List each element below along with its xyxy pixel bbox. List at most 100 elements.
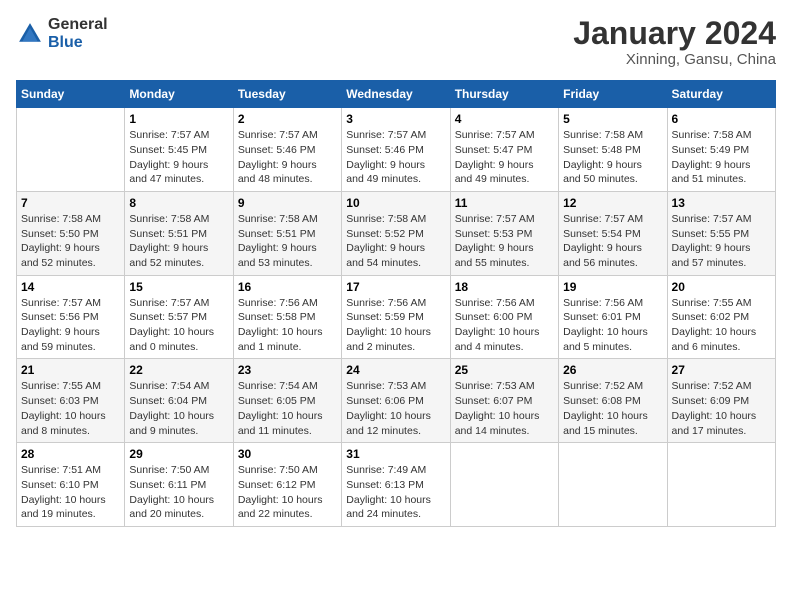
info-line: Sunrise: 7:57 AM (672, 213, 752, 225)
day-number: 28 (21, 447, 120, 461)
info-line: Sunrise: 7:51 AM (21, 464, 101, 476)
info-line: Sunrise: 7:58 AM (672, 129, 752, 141)
info-line: and 5 minutes. (563, 341, 632, 353)
info-line: Daylight: 10 hours (346, 410, 431, 422)
calendar-cell: 14Sunrise: 7:57 AMSunset: 5:56 PMDayligh… (17, 275, 125, 359)
info-line: Daylight: 10 hours (129, 410, 214, 422)
info-line: Sunset: 5:50 PM (21, 228, 99, 240)
info-line: Sunrise: 7:58 AM (129, 213, 209, 225)
day-number: 18 (455, 280, 554, 294)
calendar-cell (559, 443, 667, 527)
info-line: Sunset: 6:10 PM (21, 479, 99, 491)
info-line: and 57 minutes. (672, 257, 747, 269)
info-line: Sunrise: 7:57 AM (563, 213, 643, 225)
day-info: Sunrise: 7:50 AMSunset: 6:12 PMDaylight:… (238, 463, 337, 522)
info-line: Daylight: 10 hours (21, 494, 106, 506)
info-line: Sunset: 6:01 PM (563, 311, 641, 323)
day-info: Sunrise: 7:58 AMSunset: 5:51 PMDaylight:… (129, 212, 228, 271)
calendar-cell: 5Sunrise: 7:58 AMSunset: 5:48 PMDaylight… (559, 108, 667, 192)
day-number: 13 (672, 196, 771, 210)
info-line: and 1 minute. (238, 341, 302, 353)
calendar-cell: 18 Sunrise: 7:56 AMSunset: 6:00 PMDayligh… (450, 275, 558, 359)
info-line: Sunrise: 7:54 AM (238, 380, 318, 392)
info-line: Sunrise: 7:57 AM (21, 297, 101, 309)
info-line: and 59 minutes. (21, 341, 96, 353)
day-info: Sunrise: 7:57 AMSunset: 5:47 PMDaylight:… (455, 128, 554, 187)
day-number: 11 (455, 196, 554, 210)
info-line: Sunrise: 7:52 AM (672, 380, 752, 392)
week-row-2: 7Sunrise: 7:58 AMSunset: 5:50 PMDaylight… (17, 191, 776, 275)
info-line: Daylight: 9 hours (21, 242, 100, 254)
info-line: Daylight: 9 hours (238, 159, 317, 171)
day-info: Sunrise: 7:55 AMSunset: 6:02 PMDaylight:… (672, 296, 771, 355)
info-line: Sunset: 5:46 PM (238, 144, 316, 156)
info-line: Sunset: 5:58 PM (238, 311, 316, 323)
calendar-cell: 7Sunrise: 7:58 AMSunset: 5:50 PMDaylight… (17, 191, 125, 275)
info-line: Sunrise: 7:56 AM (346, 297, 426, 309)
info-line: and 55 minutes. (455, 257, 530, 269)
day-info: Sunrise: 7:51 AM Sunset: 6:10 PM Daylight:… (21, 463, 120, 522)
info-line: Daylight: 10 hours (346, 494, 431, 506)
day-info: Sunrise: 7:56 AMSunset: 6:00 PMDaylight:… (455, 296, 554, 355)
day-info: Sunrise: 7:57 AMSunset: 5:46 PMDaylight:… (346, 128, 445, 187)
day-info: Sunrise: 7:57 AMSunset: 5:45 PMDaylight:… (129, 128, 228, 187)
info-line: Sunset: 5:55 PM (672, 228, 750, 240)
info-line: Sunset: 5:46 PM (346, 144, 424, 156)
calendar-cell: 12Sunrise: 7:57 AMSunset: 5:54 PMDayligh… (559, 191, 667, 275)
calendar-cell: 11Sunrise: 7:57 AMSunset: 5:53 PMDayligh… (450, 191, 558, 275)
day-info: Sunrise: 7:54 AMSunset: 6:05 PMDaylight:… (238, 379, 337, 438)
day-number: 14 (21, 280, 120, 294)
info-line: Daylight: 9 hours (672, 159, 751, 171)
day-info: Sunrise: 7:57 AM Sunset: 5:55 PM Daylight:… (672, 212, 771, 271)
calendar-cell: 3Sunrise: 7:57 AMSunset: 5:46 PMDaylight… (342, 108, 450, 192)
info-line: Sunrise: 7:58 AM (21, 213, 101, 225)
info-line: Sunrise: 7:57 AM (455, 129, 535, 141)
info-line: Sunrise: 7:53 AM (346, 380, 426, 392)
day-info: Sunrise: 7:56 AMSunset: 6:01 PMDaylight:… (563, 296, 662, 355)
day-info: Sunrise: 7:55 AMSunset: 6:03 PMDaylight:… (21, 379, 120, 438)
calendar-header-row: SundayMondayTuesdayWednesdayThursdayFrid… (17, 81, 776, 108)
info-line: Sunset: 6:11 PM (129, 479, 206, 491)
calendar-cell: 20Sunrise: 7:55 AMSunset: 6:02 PMDayligh… (667, 275, 775, 359)
info-line: Sunset: 5:47 PM (455, 144, 533, 156)
info-line: and 19 minutes. (21, 508, 96, 520)
info-line: Daylight: 9 hours (21, 326, 100, 338)
info-line: Sunset: 6:08 PM (563, 395, 641, 407)
day-info: Sunrise: 7:58 AMSunset: 5:51 PMDaylight:… (238, 212, 337, 271)
calendar-cell (17, 108, 125, 192)
info-line: and 52 minutes. (21, 257, 96, 269)
info-line: Daylight: 9 hours (563, 159, 642, 171)
info-line: Sunrise: 7:56 AM (455, 297, 535, 309)
info-line: Daylight: 9 hours (129, 242, 208, 254)
info-line: Daylight: 9 hours (672, 242, 751, 254)
info-line: Daylight: 10 hours (672, 410, 757, 422)
info-line: Sunrise: 7:53 AM (455, 380, 535, 392)
day-info: Sunrise: 7:50 AMSunset: 6:11 PMDaylight:… (129, 463, 228, 522)
info-line: Daylight: 9 hours (238, 242, 317, 254)
logo-blue: Blue (48, 34, 108, 52)
info-line: and 8 minutes. (21, 425, 90, 437)
info-line: Daylight: 9 hours (455, 242, 534, 254)
info-line: and 17 minutes. (672, 425, 747, 437)
day-info: Sunrise: 7:57 AMSunset: 5:46 PMDaylight:… (238, 128, 337, 187)
calendar-cell: 22Sunrise: 7:54 AMSunset: 6:04 PMDayligh… (125, 359, 233, 443)
info-line: Daylight: 10 hours (238, 494, 323, 506)
day-number: 21 (21, 363, 120, 377)
info-line: Sunrise: 7:56 AM (238, 297, 318, 309)
info-line: Daylight: 10 hours (238, 410, 323, 422)
info-line: Daylight: 9 hours (563, 242, 642, 254)
day-info: Sunrise: 7:58 AMSunset: 5:48 PMDaylight:… (563, 128, 662, 187)
info-line: Sunrise: 7:54 AM (129, 380, 209, 392)
calendar-cell: 30Sunrise: 7:50 AMSunset: 6:12 PMDayligh… (233, 443, 341, 527)
logo: General Blue (16, 16, 108, 51)
calendar-cell: 10Sunrise: 7:58 AMSunset: 5:52 PMDayligh… (342, 191, 450, 275)
calendar-cell: 16Sunrise: 7:56 AMSunset: 5:58 PMDayligh… (233, 275, 341, 359)
info-line: Daylight: 10 hours (563, 410, 648, 422)
day-info: Sunrise: 7:58 AMSunset: 5:52 PMDaylight:… (346, 212, 445, 271)
info-line: Sunrise: 7:57 AM (455, 213, 535, 225)
info-line: and 56 minutes. (563, 257, 638, 269)
info-line: Sunrise: 7:56 AM (563, 297, 643, 309)
info-line: and 49 minutes. (346, 173, 421, 185)
info-line: and 11 minutes. (238, 425, 312, 437)
info-line: Sunset: 5:51 PM (238, 228, 316, 240)
